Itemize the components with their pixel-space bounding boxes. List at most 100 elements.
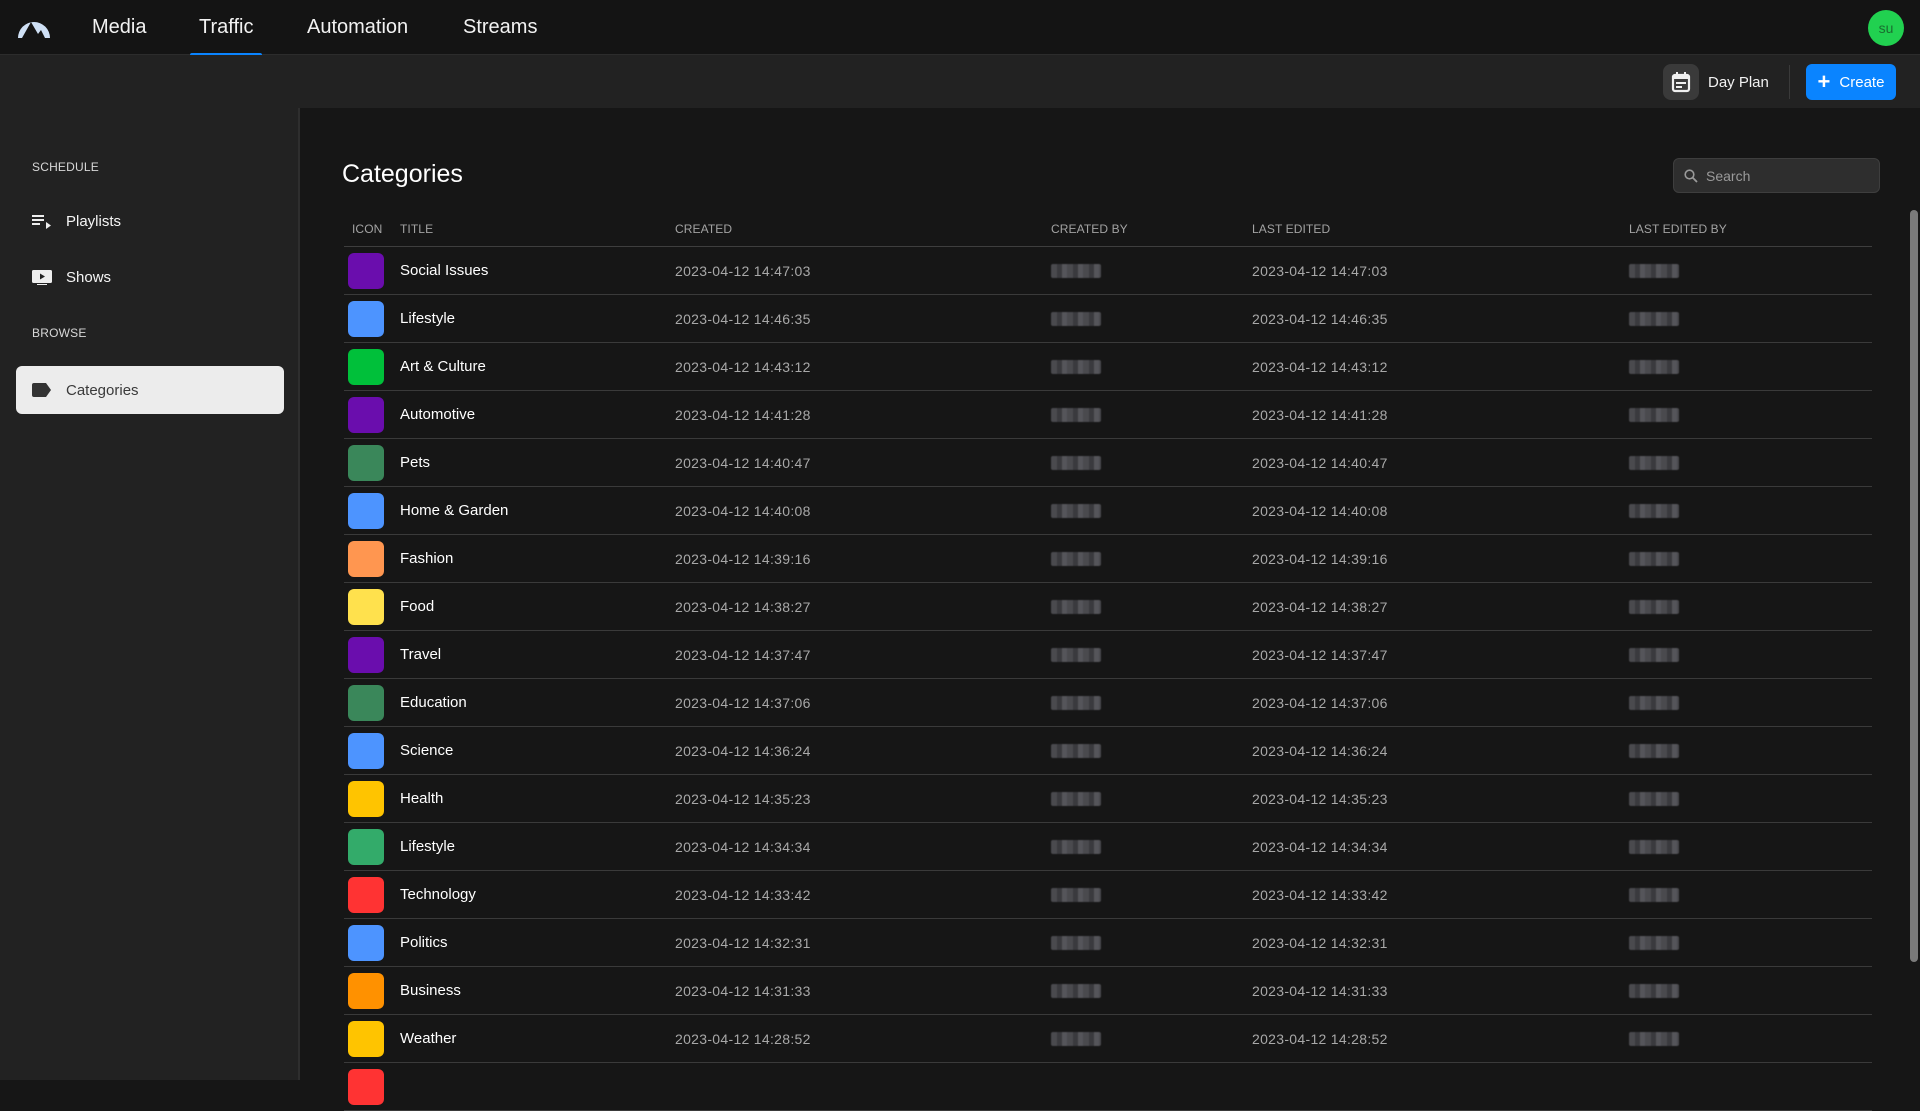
table-row[interactable]: Fashion 2023-04-12 14:39:16 2023-04-12 1… (344, 535, 1872, 583)
table-row[interactable]: Automotive 2023-04-12 14:41:28 2023-04-1… (344, 391, 1872, 439)
nav-tab-traffic[interactable]: Traffic (190, 0, 263, 56)
created-by-cell (1051, 919, 1101, 966)
last-edited-by-cell (1629, 631, 1679, 678)
category-color-icon (348, 972, 384, 1009)
redacted-user (1629, 887, 1679, 902)
redacted-user (1629, 551, 1679, 566)
column-header-icon[interactable]: ICON (352, 222, 382, 236)
redacted-user (1629, 839, 1679, 854)
table-row[interactable]: Travel 2023-04-12 14:37:47 2023-04-12 14… (344, 631, 1872, 679)
created-by-cell (1051, 631, 1101, 678)
redacted-user (1629, 647, 1679, 662)
redacted-user (1629, 695, 1679, 710)
category-color-icon (348, 684, 384, 721)
last-edited-by-cell (1629, 823, 1679, 870)
label-tag-icon (32, 383, 52, 397)
table-row[interactable]: Food 2023-04-12 14:38:27 2023-04-12 14:3… (344, 583, 1872, 631)
created-by-cell (1051, 727, 1101, 774)
redacted-user (1629, 1031, 1679, 1046)
created-cell: 2023-04-12 14:37:47 (675, 646, 811, 663)
nav-tab-label: Traffic (199, 16, 254, 38)
created-by-cell (1051, 439, 1101, 486)
created-by-cell (1051, 823, 1101, 870)
nav-tab-automation[interactable]: Automation (307, 0, 408, 55)
table-row[interactable]: Home & Garden 2023-04-12 14:40:08 2023-0… (344, 487, 1872, 535)
table-body: Social Issues 2023-04-12 14:47:03 2023-0… (344, 247, 1872, 1111)
app-logo-icon[interactable] (17, 15, 51, 39)
created-by-cell (1051, 535, 1101, 582)
table-row[interactable]: Lifestyle 2023-04-12 14:46:35 2023-04-12… (344, 295, 1872, 343)
top-navigation-bar: Media Traffic Automation Streams su (0, 0, 1920, 56)
category-color-icon (348, 348, 384, 385)
column-header-last-edited[interactable]: LAST EDITED (1252, 222, 1330, 236)
title-cell: Social Issues (400, 262, 489, 279)
table-row[interactable] (344, 1063, 1872, 1111)
created-cell: 2023-04-12 14:39:16 (675, 550, 811, 567)
icon-cell (348, 919, 384, 966)
redacted-user (1051, 503, 1101, 518)
created-cell: 2023-04-12 14:33:42 (675, 886, 811, 903)
nav-tab-label: Automation (307, 16, 409, 38)
title-cell: Automotive (400, 406, 476, 423)
redacted-user (1629, 503, 1679, 518)
created-cell: 2023-04-12 14:43:12 (675, 358, 811, 375)
last-edited-by-cell (1629, 391, 1679, 438)
title-cell: Art & Culture (400, 358, 486, 375)
column-header-title[interactable]: TITLE (400, 222, 433, 236)
table-row[interactable]: Science 2023-04-12 14:36:24 2023-04-12 1… (344, 727, 1872, 775)
title-cell: Weather (400, 1030, 457, 1047)
table-row[interactable]: Health 2023-04-12 14:35:23 2023-04-12 14… (344, 775, 1872, 823)
day-plan-label: Day Plan (1708, 73, 1769, 91)
table-row[interactable]: Politics 2023-04-12 14:32:31 2023-04-12 … (344, 919, 1872, 967)
table-row[interactable]: Pets 2023-04-12 14:40:47 2023-04-12 14:4… (344, 439, 1872, 487)
created-cell: 2023-04-12 14:38:27 (675, 598, 811, 615)
categories-table: ICON TITLE CREATED CREATED BY LAST EDITE… (344, 218, 1872, 1111)
sidebar-item-label: Shows (66, 268, 112, 286)
title-cell: Education (400, 694, 467, 711)
table-row[interactable]: Lifestyle 2023-04-12 14:34:34 2023-04-12… (344, 823, 1872, 871)
icon-cell (348, 871, 384, 918)
column-header-created-by[interactable]: CREATED BY (1051, 222, 1128, 236)
table-row[interactable]: Weather 2023-04-12 14:28:52 2023-04-12 1… (344, 1015, 1872, 1063)
vertical-scrollbar[interactable] (1910, 210, 1918, 962)
table-row[interactable]: Education 2023-04-12 14:37:06 2023-04-12… (344, 679, 1872, 727)
toolbar: Day Plan + Create (0, 55, 1920, 108)
redacted-user (1629, 359, 1679, 374)
created-cell: 2023-04-12 14:37:06 (675, 694, 811, 711)
category-color-icon (348, 876, 384, 913)
table-header: ICON TITLE CREATED CREATED BY LAST EDITE… (344, 218, 1872, 247)
last-edited-by-cell (1629, 487, 1679, 534)
redacted-user (1051, 551, 1101, 566)
icon-cell (348, 343, 384, 390)
created-by-cell (1051, 343, 1101, 390)
sidebar-item-playlists[interactable]: Playlists (16, 197, 284, 245)
nav-tab-media[interactable]: Media (92, 0, 146, 55)
redacted-user (1051, 743, 1101, 758)
create-button[interactable]: + Create (1806, 64, 1896, 100)
user-avatar[interactable]: su (1868, 10, 1904, 46)
last-edited-cell: 2023-04-12 14:40:47 (1252, 454, 1388, 471)
search-input[interactable] (1706, 167, 1866, 184)
last-edited-cell: 2023-04-12 14:47:03 (1252, 262, 1388, 279)
created-cell: 2023-04-12 14:36:24 (675, 742, 811, 759)
column-header-created[interactable]: CREATED (675, 222, 732, 236)
day-plan-button[interactable]: Day Plan (1663, 64, 1769, 100)
last-edited-cell: 2023-04-12 14:37:06 (1252, 694, 1388, 711)
nav-tab-streams[interactable]: Streams (463, 0, 537, 55)
table-row[interactable]: Business 2023-04-12 14:31:33 2023-04-12 … (344, 967, 1872, 1015)
redacted-user (1051, 935, 1101, 950)
sidebar-item-label: Playlists (66, 212, 122, 230)
icon-cell (348, 727, 384, 774)
category-color-icon (348, 636, 384, 673)
table-row[interactable]: Technology 2023-04-12 14:33:42 2023-04-1… (344, 871, 1872, 919)
column-header-last-edited-by[interactable]: LAST EDITED BY (1629, 222, 1727, 236)
table-row[interactable]: Social Issues 2023-04-12 14:47:03 2023-0… (344, 247, 1872, 295)
created-cell: 2023-04-12 14:28:52 (675, 1030, 811, 1047)
last-edited-by-cell (1629, 1015, 1679, 1062)
sidebar-item-shows[interactable]: Shows (16, 253, 284, 301)
search-box[interactable] (1673, 158, 1880, 193)
sidebar-item-categories[interactable]: Categories (16, 366, 284, 414)
toolbar-divider (1789, 65, 1790, 99)
nav-tab-label: Media (92, 16, 147, 38)
table-row[interactable]: Art & Culture 2023-04-12 14:43:12 2023-0… (344, 343, 1872, 391)
